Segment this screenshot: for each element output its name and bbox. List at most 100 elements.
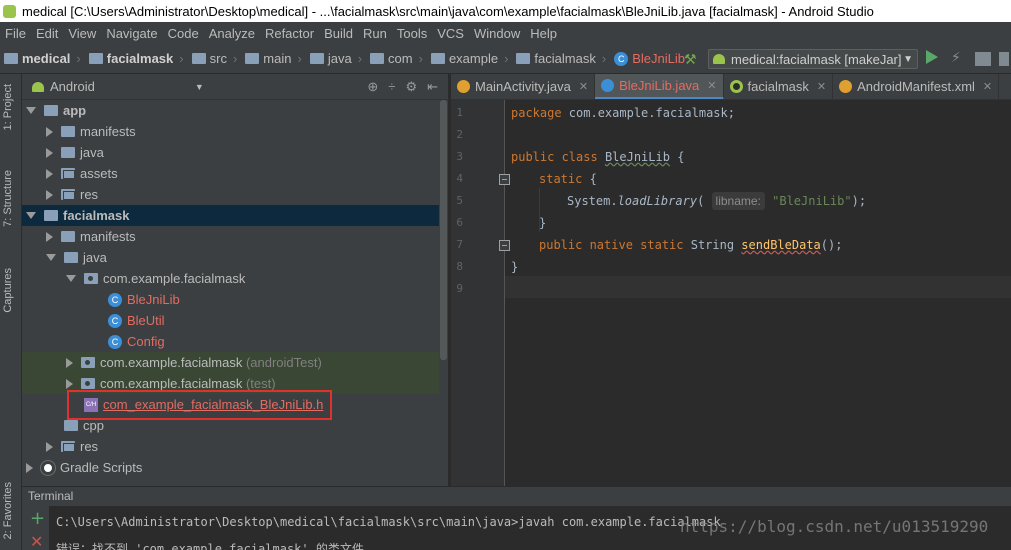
- tree-item-res[interactable]: res: [22, 184, 439, 205]
- folder-icon: [61, 189, 75, 200]
- toolbar-icon[interactable]: [975, 52, 991, 66]
- menu-analyze[interactable]: Analyze: [204, 26, 260, 41]
- tree-item-bleutil[interactable]: C BleUtil: [22, 310, 439, 331]
- menu-code[interactable]: Code: [163, 26, 204, 41]
- chevron-right-icon: [46, 126, 53, 137]
- android-studio-app-icon: [3, 4, 16, 18]
- tree-item-blejnilib[interactable]: C BleJniLib: [22, 289, 439, 310]
- tab-androidmanifest[interactable]: AndroidManifest.xml ✕: [833, 74, 1000, 99]
- tree-item-package-androidtest[interactable]: com.example.facialmask (androidTest): [22, 352, 439, 373]
- code-line: public native static String sendBleData(…: [539, 234, 842, 256]
- tree-label: java: [83, 250, 107, 265]
- hide-icon[interactable]: ⇤: [427, 79, 438, 95]
- run-icon[interactable]: [926, 50, 938, 64]
- close-icon[interactable]: ✕: [983, 80, 992, 93]
- terminal-line: 错误：找不到 'com.example.facialmask' 的类文件: [56, 542, 364, 550]
- tab-favorites[interactable]: 2: Favorites: [2, 482, 14, 539]
- close-icon[interactable]: ✕: [817, 80, 826, 93]
- crumb-com[interactable]: com ›: [366, 51, 423, 66]
- collapse-icon[interactable]: ÷: [388, 79, 395, 95]
- tree-item-gradle-scripts[interactable]: Gradle Scripts: [22, 457, 439, 478]
- tree-label: java: [80, 145, 104, 160]
- folder-icon: [64, 252, 78, 263]
- toolbar-icon[interactable]: [999, 52, 1009, 66]
- menu-tools[interactable]: Tools: [392, 26, 432, 41]
- close-icon[interactable]: ✕: [579, 80, 588, 93]
- run-configuration-select[interactable]: medical:facialmask [makeJar] ▼: [708, 49, 918, 69]
- menu-bar: File Edit View Navigate Code Analyze Ref…: [0, 22, 1011, 44]
- tree-item-package[interactable]: com.example.facialmask: [22, 268, 439, 289]
- terminal-header[interactable]: Terminal: [22, 486, 1011, 506]
- code-line: System.loadLibrary( libname: "BleJniLib"…: [567, 190, 866, 212]
- tab-project[interactable]: 1: Project: [2, 84, 14, 130]
- android-studio-window: medical [C:\Users\Administrator\Desktop\…: [0, 0, 1011, 550]
- tab-mainactivity[interactable]: MainActivity.java ✕: [451, 74, 596, 99]
- line-number: 3: [456, 150, 463, 163]
- project-view-selector[interactable]: Android ▼ ⊕ ÷ ⚙ ⇤: [22, 74, 448, 100]
- tree-item-java[interactable]: java: [22, 142, 439, 163]
- parameter-hint: libname:: [711, 192, 765, 210]
- tree-item-manifests[interactable]: manifests: [22, 121, 439, 142]
- crumb-facialmask-pkg[interactable]: facialmask ›: [512, 51, 606, 66]
- tree-item-app[interactable]: app: [22, 100, 439, 121]
- crumb-example[interactable]: example ›: [427, 51, 508, 66]
- gradle-icon: [729, 80, 743, 93]
- tab-blejnilib[interactable]: BleJniLib.java ✕: [595, 74, 724, 99]
- tree-suffix: (test): [245, 376, 276, 391]
- folder-icon: [516, 53, 531, 64]
- code-editor[interactable]: package com.example.facialmask; public c…: [505, 100, 1011, 486]
- module-icon: [44, 210, 58, 221]
- editor-area: MainActivity.java ✕ BleJniLib.java ✕ facia…: [451, 74, 1011, 486]
- menu-file[interactable]: File: [0, 26, 31, 41]
- hammer-icon[interactable]: ⚒: [684, 52, 700, 68]
- scrollbar[interactable]: [439, 100, 448, 486]
- menu-refactor[interactable]: Refactor: [260, 26, 319, 41]
- chevron-down-icon: ▼: [194, 81, 204, 92]
- crumb-blejnilib[interactable]: C BleJniLib: [610, 51, 685, 66]
- crumb-facialmask[interactable]: facialmask ›: [85, 51, 184, 66]
- manifest-icon: [839, 80, 853, 93]
- gear-icon[interactable]: ⚙: [405, 79, 417, 95]
- crumb-main[interactable]: main ›: [241, 51, 302, 66]
- chevron-right-icon: ›: [601, 51, 607, 66]
- locate-icon[interactable]: ⊕: [367, 79, 378, 95]
- code-token: System.: [567, 194, 618, 208]
- menu-build[interactable]: Build: [319, 26, 358, 41]
- tree-item-manifests[interactable]: manifests: [22, 226, 439, 247]
- tab-label: BleJniLib.java: [619, 77, 700, 93]
- run-config-label: medical:facialmask [makeJar]: [731, 51, 902, 67]
- new-session-icon[interactable]: +: [30, 510, 45, 528]
- menu-navigate[interactable]: Navigate: [101, 26, 162, 41]
- scrollbar-thumb[interactable]: [440, 100, 447, 360]
- line-number: 4: [456, 172, 463, 185]
- line-number: 6: [456, 216, 463, 229]
- tree-item-config[interactable]: C Config: [22, 331, 439, 352]
- crumb-medical[interactable]: medical ›: [0, 51, 81, 66]
- crumb-java[interactable]: java ›: [306, 51, 362, 66]
- tree-item-facialmask[interactable]: facialmask: [22, 205, 439, 226]
- close-icon[interactable]: ✕: [30, 534, 43, 550]
- folder-icon: [430, 53, 445, 64]
- current-line-highlight: [505, 276, 1011, 298]
- code-line: }: [511, 256, 518, 278]
- tab-facialmask[interactable]: facialmask ✕: [724, 74, 834, 99]
- crumb-src[interactable]: src ›: [188, 51, 237, 66]
- close-icon[interactable]: ✕: [707, 79, 716, 92]
- tab-structure[interactable]: 7: Structure: [2, 170, 14, 227]
- crumb-label: medical: [22, 51, 71, 66]
- tree-item-assets[interactable]: assets: [22, 163, 439, 184]
- line-number: 2: [456, 128, 463, 141]
- tree-item-res[interactable]: res: [22, 436, 439, 457]
- tree-item-java[interactable]: java: [22, 247, 439, 268]
- menu-vcs[interactable]: VCS: [432, 26, 469, 41]
- menu-run[interactable]: Run: [358, 26, 392, 41]
- menu-help[interactable]: Help: [525, 26, 562, 41]
- tab-captures[interactable]: Captures: [2, 268, 14, 313]
- line-number: 1: [456, 106, 463, 119]
- menu-edit[interactable]: Edit: [31, 26, 63, 41]
- gradle-icon: [41, 460, 55, 475]
- lightning-icon[interactable]: ⚡: [951, 50, 961, 66]
- menu-view[interactable]: View: [63, 26, 101, 41]
- menu-window[interactable]: Window: [469, 26, 525, 41]
- code-token: sendBleData: [741, 238, 821, 252]
